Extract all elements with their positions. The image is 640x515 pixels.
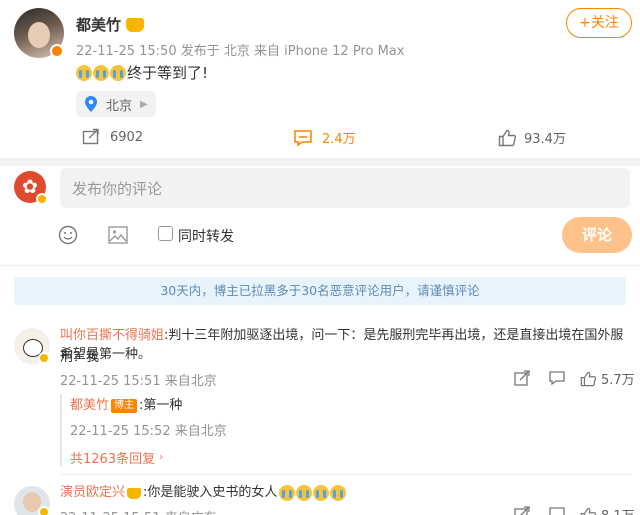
thumbs-up-icon <box>580 507 596 515</box>
section-divider <box>0 265 640 266</box>
location-pin-icon <box>85 96 97 112</box>
chevron-right-icon: › <box>159 452 164 463</box>
thumbs-up-icon <box>498 129 516 146</box>
comment-text-line2: 希望是第一种。 <box>60 347 152 362</box>
chevron-right-icon: ▶ <box>140 98 148 110</box>
reply-thread-line <box>60 394 62 466</box>
cry-emoji-icon <box>93 64 109 81</box>
view-replies-link[interactable]: 共1263条回复 › <box>70 448 163 467</box>
location-label: 北京 <box>106 98 133 114</box>
reply-text: :第一种 <box>139 398 183 413</box>
like-count: 93.4万 <box>524 132 566 147</box>
thumbs-up-icon <box>580 371 596 386</box>
commenter-name[interactable]: 叫你百撕不得骑姐 <box>60 328 164 343</box>
emoji-picker-icon[interactable] <box>58 225 78 245</box>
cry-emoji-icon <box>313 485 330 501</box>
repost-checkbox-label: 同时转发 <box>178 229 234 245</box>
commenter-verified-icon <box>38 352 50 364</box>
repost-checkbox[interactable] <box>158 226 173 241</box>
submit-comment-button[interactable]: 评论 <box>562 217 632 253</box>
cry-emoji-icon <box>330 485 347 501</box>
post-text-body: 终于等到了! <box>127 64 209 82</box>
cry-emoji-icon <box>110 64 126 81</box>
cry-emoji-icon <box>279 485 296 501</box>
reply-user-name[interactable]: 都美竹 <box>70 398 109 413</box>
my-verified-icon <box>36 193 48 205</box>
avatar-glyph-icon: ✿ <box>22 176 38 198</box>
share-icon[interactable] <box>514 506 530 515</box>
location-tag[interactable]: 北京 ▶ <box>76 91 156 117</box>
comment-meta: 22-11-25 15:51 来自广东 <box>60 507 217 515</box>
share-icon[interactable] <box>514 370 530 386</box>
comment-like-button[interactable]: 5.7万 <box>580 369 635 388</box>
repost-button[interactable]: 6902 <box>82 128 143 146</box>
like-button[interactable]: 93.4万 <box>498 128 566 147</box>
comment-like-button[interactable]: 8.1万 <box>580 505 635 515</box>
reply-body: 都美竹 博主:第一种 <box>70 395 182 417</box>
comment-meta: 22-11-25 15:51 来自北京 <box>60 374 217 389</box>
comment-button[interactable]: 2.4万 <box>293 128 356 147</box>
cry-emoji-icon <box>296 485 313 501</box>
comment-text: :你是能驶入史书的女人 <box>143 485 278 500</box>
author-badge: 博主 <box>111 399 138 413</box>
block-notice: 30天内，博主已拉黑多于30名恶意评论用户，请谨慎评论 <box>14 277 626 305</box>
comment-like-count: 8.1万 <box>601 505 635 515</box>
comment-like-count: 5.7万 <box>601 373 635 388</box>
author-name[interactable]: 都美竹 <box>76 14 121 35</box>
repost-count: 6902 <box>110 129 144 145</box>
cry-emoji-icon <box>76 64 92 81</box>
comment-count: 2.4万 <box>322 132 356 147</box>
comment-input-placeholder: 发布你的评论 <box>72 179 163 198</box>
reply-meta: 22-11-25 15:52 来自北京 <box>70 424 227 439</box>
comment-input[interactable]: 发布你的评论 <box>60 168 630 208</box>
commenter-name[interactable]: 演员欧定兴 <box>60 482 125 504</box>
commenter-verified-icon <box>38 506 50 515</box>
view-replies-label: 共1263条回复 <box>70 452 156 467</box>
image-picker-icon[interactable] <box>108 226 128 244</box>
follow-button[interactable]: +关注 <box>566 8 632 38</box>
reply-icon[interactable] <box>548 370 566 386</box>
vip-crown-icon <box>127 487 142 499</box>
post-text: 终于等到了! <box>76 62 208 83</box>
comment-divider <box>60 474 632 475</box>
verified-badge-icon <box>50 44 64 58</box>
vip-crown-icon <box>126 17 145 32</box>
comment-body: 演员欧定兴 :你是能驶入史书的女人 <box>60 482 347 504</box>
post-meta: 22-11-25 15:50 发布于 北京 来自 iPhone 12 Pro M… <box>76 44 405 59</box>
comment-icon <box>294 129 312 146</box>
repost-icon <box>82 128 99 145</box>
reply-icon[interactable] <box>548 506 566 515</box>
section-divider <box>0 158 640 166</box>
